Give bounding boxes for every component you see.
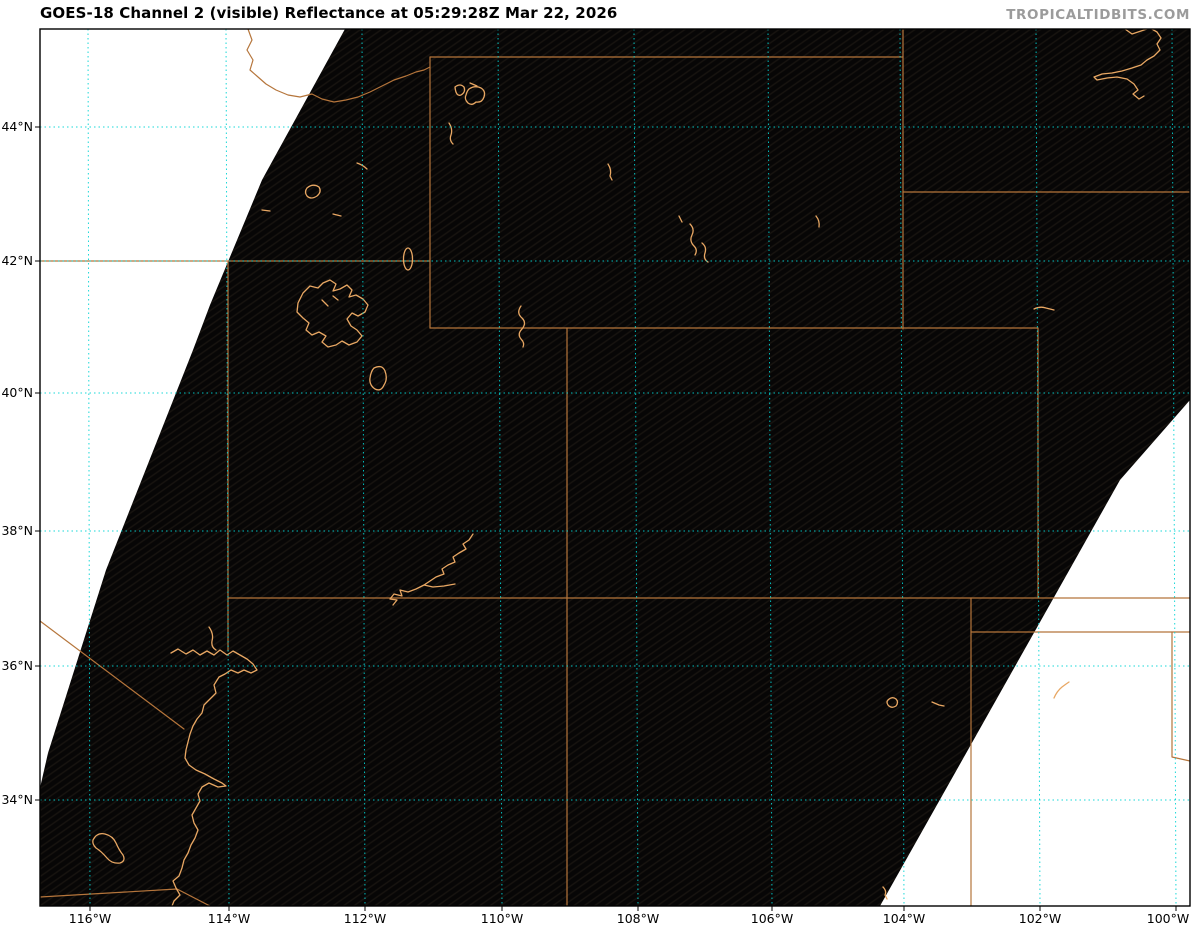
y-axis-label: 34°N: [1, 792, 33, 807]
satellite-map: [35, 28, 1191, 911]
x-axis-label: 106°W: [750, 911, 794, 926]
satellite-image-page: GOES-18 Channel 2 (visible) Reflectance …: [0, 0, 1200, 929]
x-axis-label: 104°W: [882, 911, 926, 926]
x-axis-label: 108°W: [616, 911, 660, 926]
y-axis-label: 38°N: [1, 523, 33, 538]
y-axis-label: 36°N: [1, 658, 33, 673]
y-axis-label: 42°N: [1, 253, 33, 268]
x-axis-label: 100°W: [1146, 911, 1190, 926]
x-axis-label: 110°W: [480, 911, 524, 926]
y-axis-label: 44°N: [1, 119, 33, 134]
y-axis-label: 40°N: [1, 385, 33, 400]
x-axis-label: 116°W: [68, 911, 112, 926]
x-axis-label: 114°W: [207, 911, 251, 926]
x-axis-label: 102°W: [1018, 911, 1062, 926]
x-axis-label: 112°W: [343, 911, 387, 926]
